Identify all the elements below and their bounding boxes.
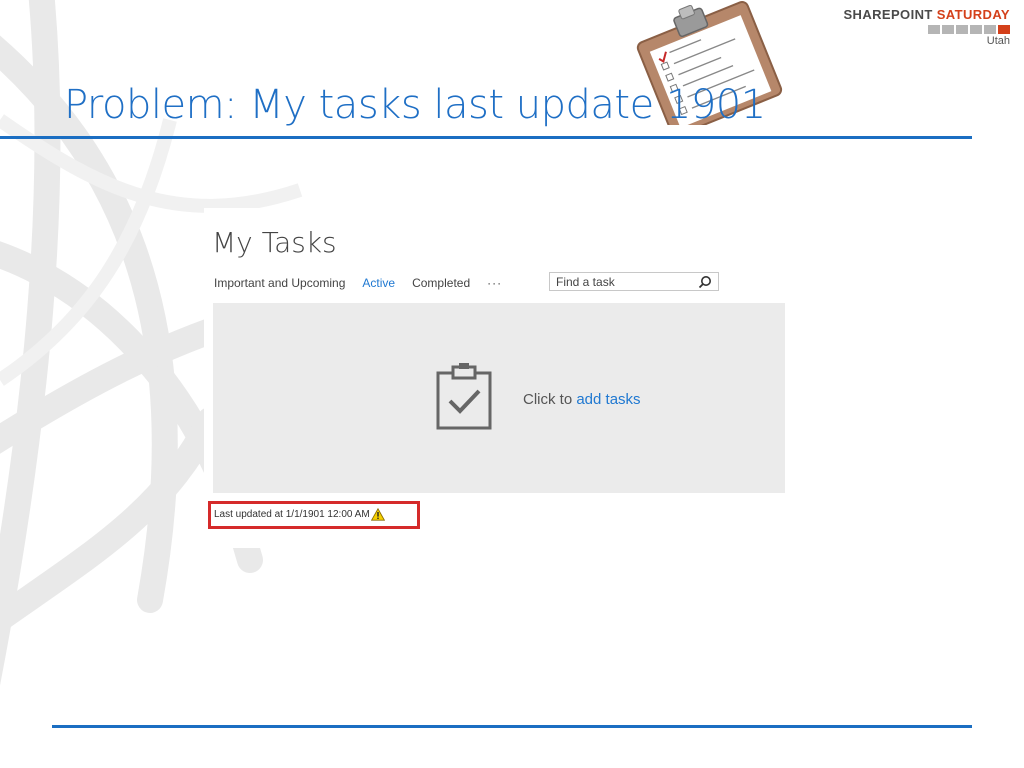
more-options-button[interactable]: ··· xyxy=(487,276,502,290)
footer-divider xyxy=(52,725,972,728)
slide-title: Problem: My tasks last update 1901 xyxy=(64,82,766,128)
sharepoint-saturday-logo: SHAREPOINT SATURDAY Utah xyxy=(843,7,1010,47)
brand-blocks xyxy=(843,25,1010,34)
find-task-input[interactable] xyxy=(556,274,686,289)
my-tasks-panel: My Tasks Important and Upcoming Active C… xyxy=(204,208,796,548)
brand-wordmark: SHAREPOINT SATURDAY xyxy=(843,7,1010,22)
brand-subtitle: Utah xyxy=(986,35,1010,47)
empty-tasks-area[interactable]: Click to add tasks xyxy=(213,303,785,493)
tab-completed[interactable]: Completed xyxy=(412,276,470,290)
add-tasks-link[interactable]: add tasks xyxy=(576,391,640,408)
last-updated-text: Last updated at 1/1/1901 12:00 AM xyxy=(214,509,370,520)
warning-icon[interactable] xyxy=(370,508,385,521)
click-to-add-tasks: Click to add tasks xyxy=(523,391,641,408)
task-filter-tabs: Important and Upcoming Active Completed … xyxy=(214,276,519,290)
tab-active[interactable]: Active xyxy=(362,276,395,290)
title-divider xyxy=(0,136,972,139)
tab-important-and-upcoming[interactable]: Important and Upcoming xyxy=(214,276,345,290)
find-task-search-box[interactable] xyxy=(549,272,719,291)
clipboard-check-icon[interactable] xyxy=(435,363,493,431)
search-icon[interactable] xyxy=(698,275,712,289)
last-updated-status: Last updated at 1/1/1901 12:00 AM xyxy=(214,508,385,521)
my-tasks-title: My Tasks xyxy=(212,226,337,259)
